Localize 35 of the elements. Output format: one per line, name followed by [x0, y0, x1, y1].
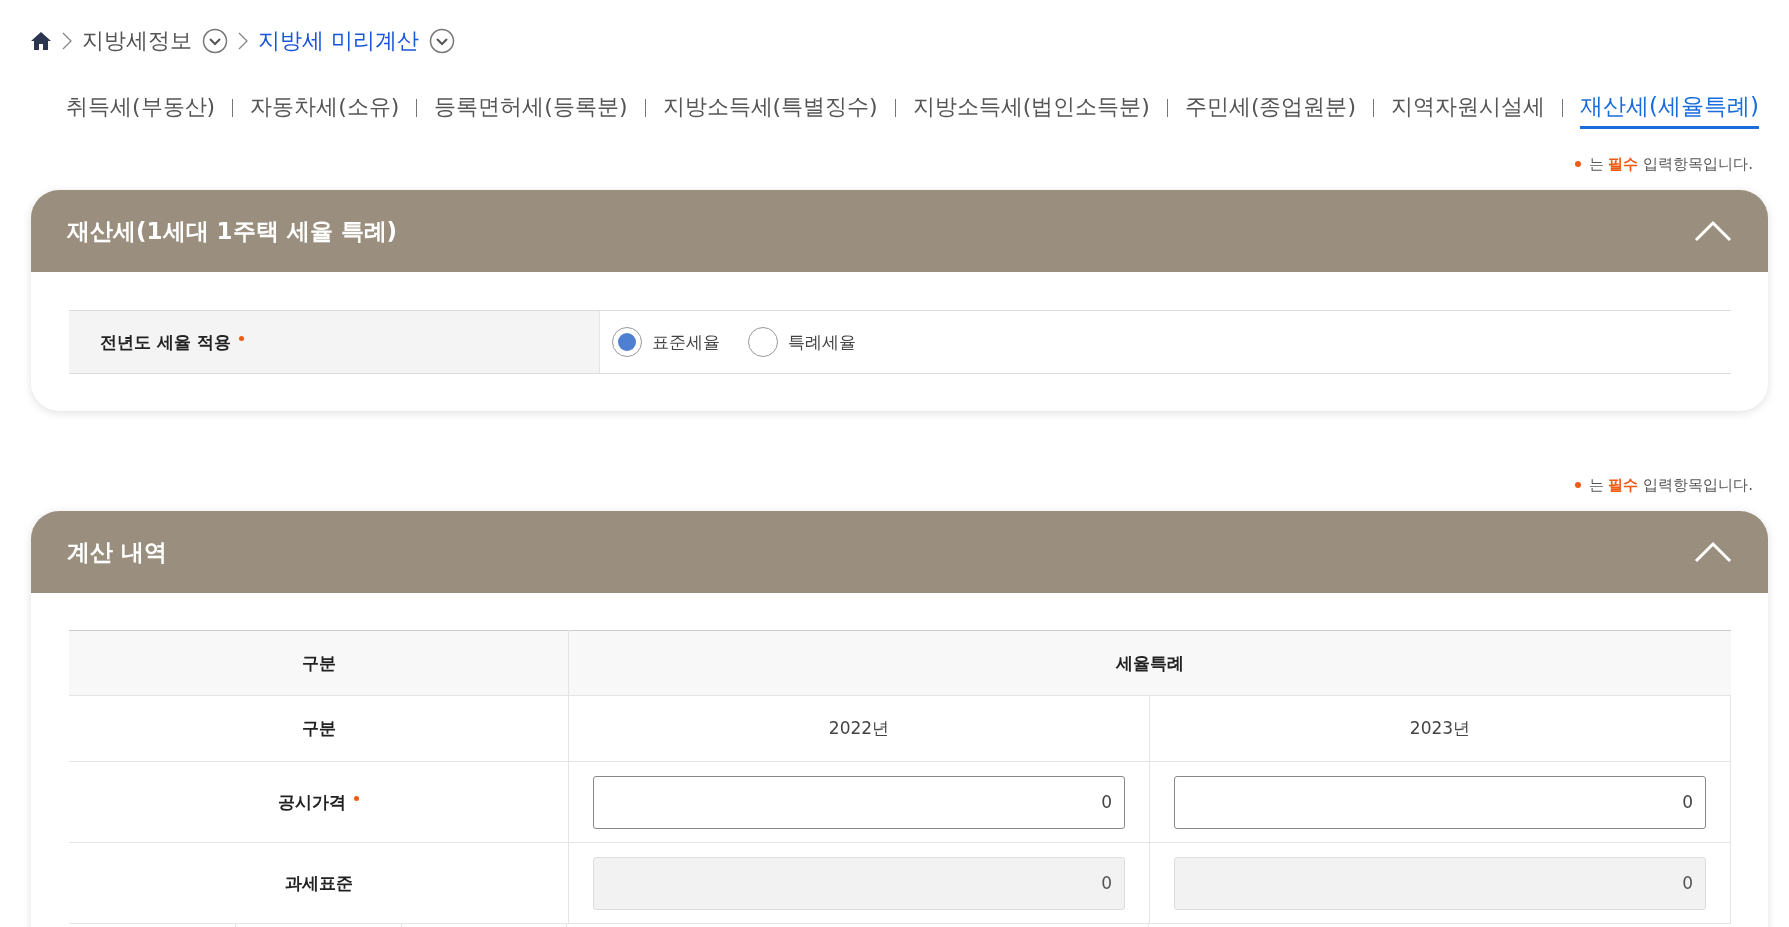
breadcrumb-link[interactable]: 지방세 미리계산	[258, 26, 419, 56]
collapse-chevron-icon[interactable]	[1694, 541, 1732, 563]
column-header: 구분	[69, 630, 569, 696]
tab[interactable]: 지방소득세(법인소득분)	[912, 87, 1150, 129]
collapse-chevron-icon[interactable]	[1694, 220, 1732, 242]
row-label: 과세표준	[284, 871, 353, 895]
required-notice: 는 필수 입력항목입니다.	[1588, 154, 1753, 174]
form-label: 전년도 세율 적용	[100, 330, 231, 354]
tab[interactable]: 자동차세(소유)	[250, 87, 400, 129]
tab[interactable]: 주민세(종업원분)	[1184, 87, 1357, 129]
required-notice: 는 필수 입력항목입니다.	[1588, 475, 1753, 495]
home-icon[interactable]	[30, 31, 52, 51]
breadcrumb-link[interactable]: 지방세정보	[82, 26, 192, 56]
required-dot-icon	[1574, 161, 1581, 167]
chevron-right-icon	[238, 32, 248, 50]
tab[interactable]: 재산세(세율특례)	[1580, 87, 1759, 129]
table-cell: 구분	[69, 695, 569, 762]
chevron-right-icon	[62, 32, 72, 50]
dropdown-circle-icon[interactable]	[429, 28, 455, 54]
input-field[interactable]: 0	[593, 775, 1125, 829]
radio-option[interactable]: 표준세율	[612, 327, 720, 357]
radio-option[interactable]: 특례세율	[748, 327, 856, 357]
required-dot-icon	[1574, 482, 1581, 488]
dropdown-circle-icon[interactable]	[202, 28, 228, 54]
column-header: 세율특례	[568, 630, 1731, 696]
input-field[interactable]: 0	[1174, 775, 1706, 829]
tab[interactable]: 지역자원시설세	[1391, 87, 1546, 129]
section-title: 계산 내역	[67, 537, 167, 567]
table-cell: 2023년	[1149, 695, 1731, 762]
tab[interactable]: 지방소득세(특별징수)	[662, 87, 878, 129]
tab[interactable]: 취득세(부동산)	[66, 87, 216, 129]
section-title: 재산세(1세대 1주택 세율 특례)	[67, 216, 398, 246]
tab[interactable]: 등록면허세(등록분)	[434, 87, 628, 129]
table-cell: 2022년	[568, 695, 1150, 762]
row-label: 공시가격	[278, 790, 346, 814]
